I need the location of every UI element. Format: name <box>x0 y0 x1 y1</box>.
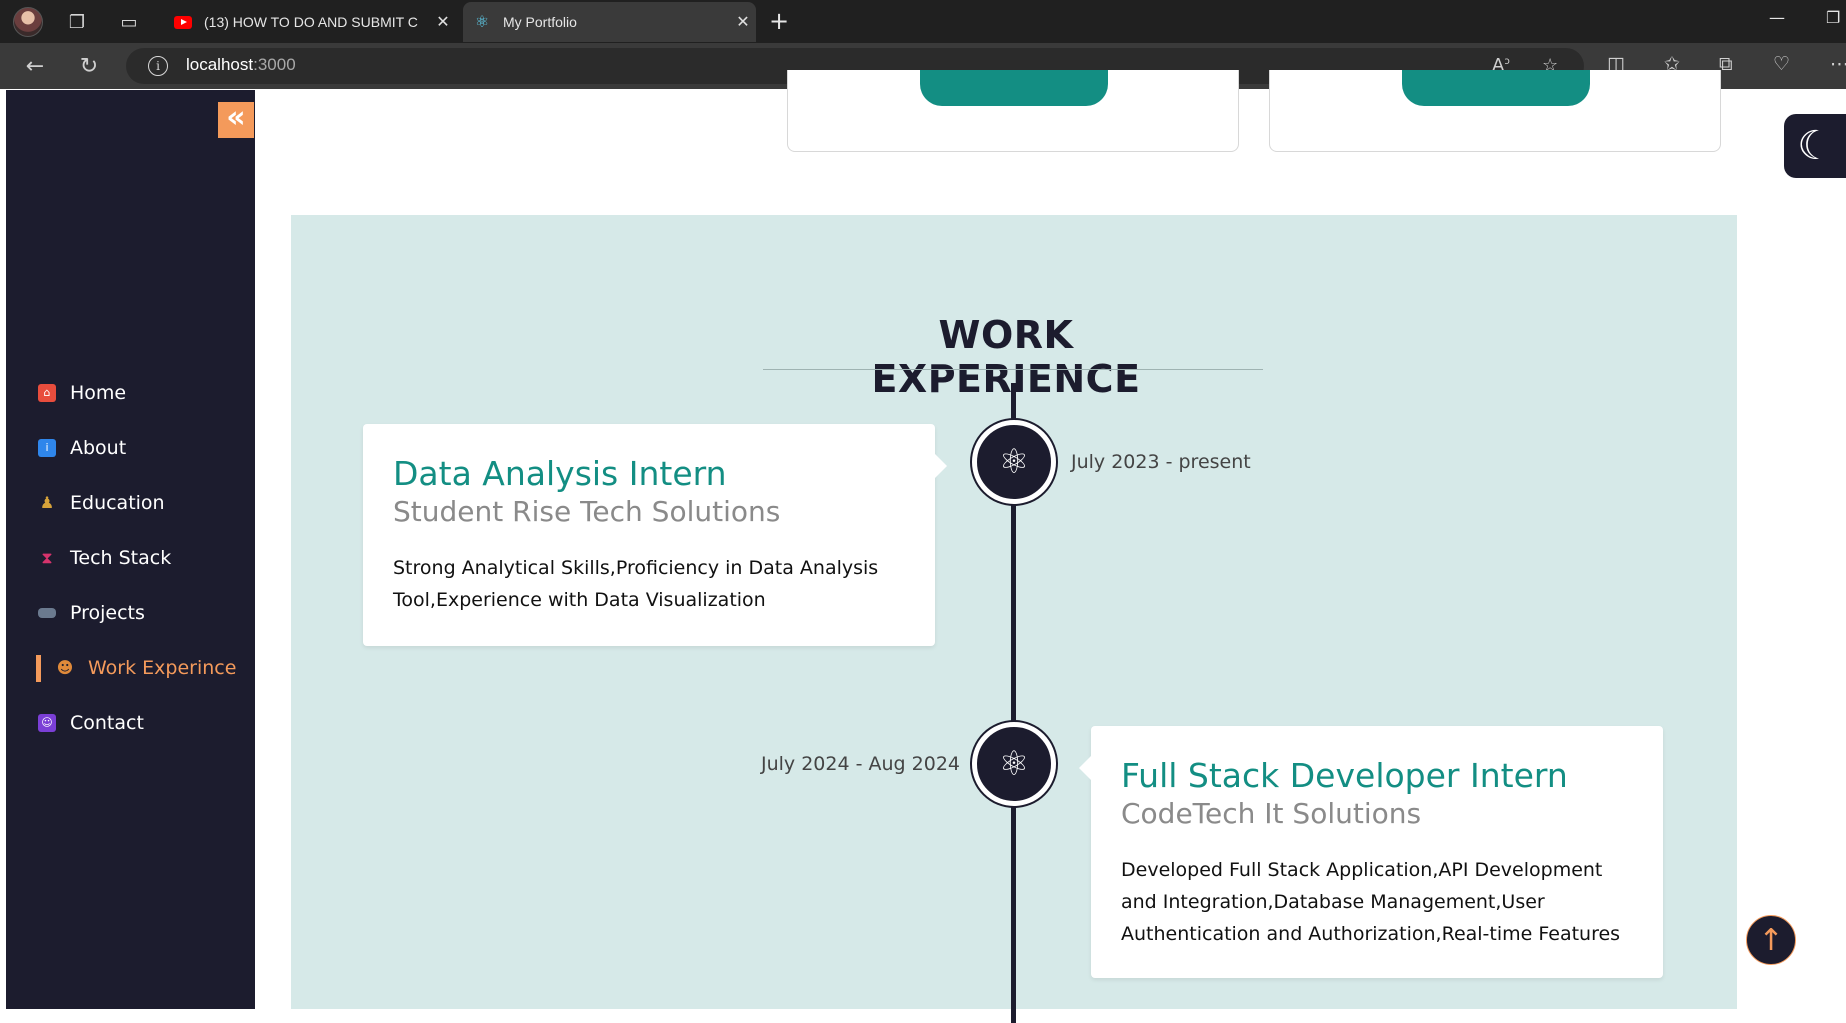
youtube-icon <box>174 13 192 31</box>
react-icon: ⚛ <box>474 14 490 31</box>
sidebar-item-label: Work Experince <box>88 656 237 679</box>
info-icon: i <box>38 438 56 457</box>
dark-mode-toggle[interactable]: ☾ <box>1784 114 1846 178</box>
tab-my-portfolio[interactable]: ⚛ My Portfolio ✕ <box>463 2 756 42</box>
experience-card: Full Stack Developer Intern CodeTech It … <box>1079 726 1663 978</box>
experience-company: CodeTech It Solutions <box>1121 797 1422 830</box>
sidebar-nav: ⌂ Home i About ♟ Education ⧗ Tech Stack … <box>6 365 255 750</box>
sidebar-item-label: Education <box>70 491 165 514</box>
project-card <box>1269 70 1721 152</box>
collections-icon[interactable]: ⧉ <box>1719 53 1733 75</box>
arrow-up-icon: ↑ <box>1758 922 1784 958</box>
experience-company: Student Rise Tech Solutions <box>393 495 781 528</box>
browser-tab-bar: ❐ ▭ (13) HOW TO DO AND SUBMIT C ✕ ⚛ My P… <box>0 0 1846 43</box>
hourglass-icon: ⧗ <box>41 547 53 567</box>
close-icon[interactable]: ✕ <box>430 12 456 32</box>
experience-role: Full Stack Developer Intern <box>1121 756 1568 795</box>
sidebar-item-education[interactable]: ♟ Education <box>6 475 255 530</box>
refresh-icon[interactable]: ↻ <box>74 51 104 81</box>
worker-icon: ☻ <box>56 658 74 677</box>
sidebar: « ⌂ Home i About ♟ Education ⧗ Tech Stac… <box>6 90 255 1009</box>
active-indicator <box>36 655 41 682</box>
sidebar-item-label: Projects <box>70 601 145 624</box>
experience-card: Data Analysis Intern Student Rise Tech S… <box>363 424 947 646</box>
sidebar-item-tech-stack[interactable]: ⧗ Tech Stack <box>6 530 255 585</box>
sidebar-item-label: Tech Stack <box>70 546 172 569</box>
section-title: WORK EXPERIENCE <box>871 313 1141 401</box>
sidebar-item-label: Home <box>70 381 127 404</box>
sidebar-item-home[interactable]: ⌂ Home <box>6 365 255 420</box>
back-icon[interactable]: ← <box>20 51 50 81</box>
sidebar-item-label: Contact <box>70 711 144 734</box>
experience-date: July 2023 - present <box>1071 451 1251 473</box>
experience-description: Developed Full Stack Application,API Dev… <box>1121 859 1621 945</box>
tab-title: My Portfolio <box>503 14 577 30</box>
minimize-icon[interactable]: — <box>1769 8 1785 27</box>
tab-title: (13) HOW TO DO AND SUBMIT C <box>204 14 418 30</box>
project-card <box>787 70 1239 152</box>
timeline-node: ⚛ <box>972 420 1056 504</box>
student-icon: ♟ <box>39 493 55 512</box>
new-tab-button[interactable]: + <box>764 6 794 36</box>
contact-icon: ☺ <box>38 713 56 732</box>
react-icon: ⚛ <box>998 442 1030 482</box>
close-icon[interactable]: ✕ <box>730 12 756 32</box>
maximize-icon[interactable]: ❐ <box>1826 8 1840 27</box>
workspaces-icon[interactable]: ❐ <box>64 9 90 35</box>
sidebar-item-work-experience[interactable]: ☻ Work Experince <box>6 640 255 695</box>
tab-youtube[interactable]: (13) HOW TO DO AND SUBMIT C ✕ <box>164 2 456 42</box>
moon-icon: ☾ <box>1797 123 1833 169</box>
experience-date: July 2024 - Aug 2024 <box>761 753 960 775</box>
url-text: localhost:3000 <box>186 55 296 74</box>
more-menu-icon[interactable]: ⋯ <box>1830 53 1846 75</box>
goggles-icon <box>38 607 56 618</box>
project-card-button[interactable] <box>920 70 1108 106</box>
experience-description: Strong Analytical Skills,Proficiency in … <box>393 557 879 611</box>
section-divider <box>763 369 1263 370</box>
profile-avatar[interactable] <box>13 7 43 37</box>
timeline-node: ⚛ <box>972 722 1056 806</box>
browser-essentials-icon[interactable]: ♡ <box>1773 53 1790 75</box>
experience-role: Data Analysis Intern <box>393 454 727 493</box>
sidebar-item-about[interactable]: i About <box>6 420 255 475</box>
tab-actions-icon[interactable]: ▭ <box>116 9 142 35</box>
sidebar-item-label: About <box>70 436 127 459</box>
site-info-icon[interactable]: i <box>148 56 168 76</box>
home-icon: ⌂ <box>38 383 56 402</box>
project-card-button[interactable] <box>1402 70 1590 106</box>
sidebar-item-projects[interactable]: Projects <box>6 585 255 640</box>
react-icon: ⚛ <box>998 744 1030 784</box>
scroll-to-top-button[interactable]: ↑ <box>1746 915 1796 965</box>
sidebar-item-contact[interactable]: ☺ Contact <box>6 695 255 750</box>
collapse-sidebar-button[interactable]: « <box>218 102 254 138</box>
work-experience-section: WORK EXPERIENCE Data Analysis Intern Stu… <box>291 215 1737 1023</box>
